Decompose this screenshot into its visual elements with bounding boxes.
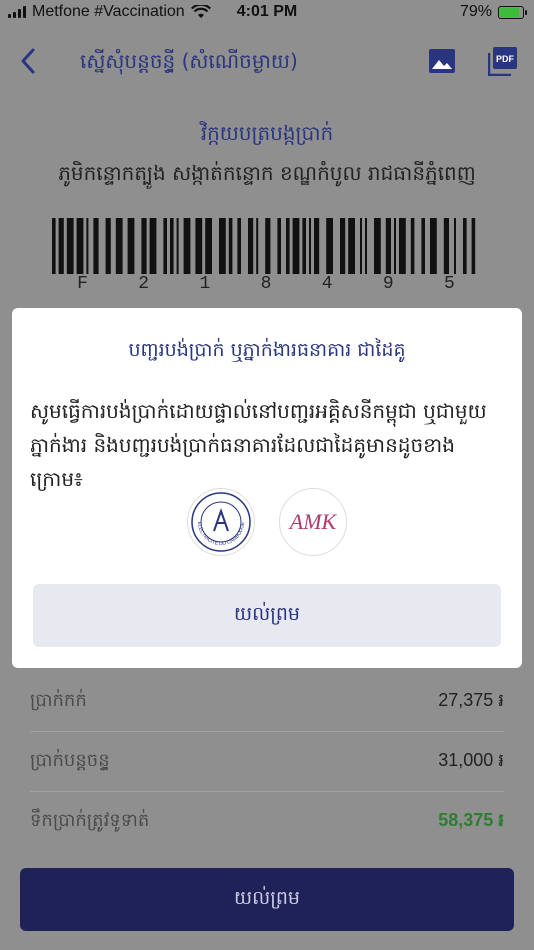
summary-label: ប្រាក់បន្តចន្ទ្ធ — [30, 750, 110, 771]
barcode-bar — [163, 218, 167, 274]
barcode-bar — [93, 218, 99, 274]
battery-icon — [498, 5, 527, 19]
barcode-bar — [394, 218, 396, 274]
svg-text:PDF: PDF — [496, 54, 515, 64]
barcode-bar — [237, 218, 241, 274]
chevron-left-icon[interactable] — [14, 44, 44, 78]
battery-percent: 79% — [459, 3, 492, 20]
bottom-confirm-button[interactable]: យល់ព្រម — [20, 868, 514, 931]
barcode-bar — [52, 218, 56, 274]
barcode-bar — [265, 218, 271, 274]
barcode-bar — [228, 218, 233, 274]
barcode-bar — [205, 218, 212, 274]
barcode-bar — [454, 218, 456, 274]
barcode-bar — [195, 218, 203, 274]
modal-message: សូមធ្វើការបង់ប្រាក់ដោយផ្ទាល់នៅបញ្ជរអគ្គិ… — [30, 399, 487, 491]
barcode-bar — [430, 218, 437, 274]
carrier-name: Metfone #Vaccination — [32, 3, 185, 20]
barcode-digit: 1 — [199, 274, 211, 294]
barcode-bar — [292, 218, 300, 274]
barcode-bar — [277, 218, 281, 274]
barcode-bar — [115, 218, 123, 274]
barcode-digit: 4 — [321, 274, 333, 294]
barcode-bar — [149, 218, 157, 274]
amk-logo-text: AMK — [289, 509, 337, 534]
barcode-bar — [463, 218, 467, 274]
barcode — [52, 218, 476, 274]
barcode-bar — [183, 218, 191, 274]
barcode-bar — [176, 218, 179, 274]
modal-confirm-button[interactable]: យល់ព្រម — [33, 584, 501, 647]
summary-label: ប្រាក់កក់ — [30, 690, 87, 711]
barcode-bar — [256, 218, 259, 274]
barcode-bar — [326, 218, 333, 274]
barcode-bar — [76, 218, 84, 274]
barcode-bar — [86, 218, 89, 274]
svg-text:ELECTRICITE DU CAMBODGE: ELECTRICITE DU CAMBODGE — [196, 521, 246, 547]
barcode-bar — [421, 218, 425, 274]
barcode-bar — [314, 218, 320, 274]
barcode-bar — [170, 218, 174, 274]
pdf-icon[interactable]: PDF — [488, 46, 518, 76]
barcode-bar — [302, 218, 306, 274]
image-icon[interactable] — [428, 48, 456, 74]
barcode-digit: 5 — [444, 274, 455, 294]
barcode-bar — [410, 218, 415, 274]
barcode-bar — [471, 218, 476, 274]
summary-row-fee: ប្រាក់បន្តចន្ទ្ធ 31,000 ៛ — [30, 732, 504, 792]
barcode-digit: F — [77, 274, 88, 294]
barcode-bar — [127, 218, 135, 274]
partner-payment-modal: បញ្ជរបង់ប្រាក់ ឬភ្នាក់ងារធនាគារ ជាដៃគូ ស… — [12, 308, 522, 668]
barcode-bar — [360, 218, 362, 274]
receipt-address: ភូមិកន្ទោកត្បូង សង្កាត់កន្ទោក ខណ្ឌកំបូល … — [58, 161, 476, 185]
barcode-bar — [66, 218, 74, 274]
barcode-digit: 8 — [260, 274, 272, 294]
barcode-bar — [348, 218, 355, 274]
receipt-title: វិក្កយបត្របង្កប្រាក់ — [200, 121, 334, 145]
nav-bar: ស្នើសុំបន្តចន្ទ្ធី (សំណើចម្ងាយ) PDF — [0, 30, 534, 92]
barcode-bar — [443, 218, 449, 274]
edc-logo-caption: ELECTRICITE DU CAMBODGE — [196, 521, 246, 547]
barcode-bar — [105, 218, 111, 274]
barcode-digit: 9 — [382, 274, 394, 294]
barcode-bar — [58, 218, 64, 274]
barcode-bar — [385, 218, 391, 274]
signal-strength-icon — [8, 6, 26, 18]
barcode-bar — [309, 218, 311, 274]
summary-label: ទឹកប្រាក់ត្រូវទូទាត់ — [30, 810, 150, 831]
status-bar: Metfone #Vaccination 4:01 PM 79% — [0, 0, 534, 26]
barcode-digits: F 2 1 8 4 9 5 — [52, 274, 480, 300]
partner-logos: ELECTRICITE DU CAMBODGE AMK — [12, 488, 522, 560]
edc-logo: ELECTRICITE DU CAMBODGE — [187, 488, 255, 556]
barcode-bar — [141, 218, 147, 274]
wifi-icon — [190, 5, 211, 18]
barcode-bar — [286, 218, 290, 274]
modal-title: បញ្ជរបង់ប្រាក់ ឬភ្នាក់ងារធនាគារ ជាដៃគូ — [128, 339, 406, 361]
barcode-digit: 2 — [138, 274, 150, 294]
payment-summary: ប្រាក់កក់ 27,375 ៛ ប្រាក់បន្តចន្ទ្ធ 31,0… — [30, 672, 504, 851]
amk-logo: AMK — [279, 488, 347, 556]
barcode-bar — [374, 218, 381, 274]
barcode-bar — [365, 218, 367, 274]
battery-status: 79% — [459, 3, 527, 21]
barcode-bar — [399, 218, 406, 274]
summary-value: 27,375 ៛ — [438, 690, 504, 710]
summary-total-value: 58,375 ៛ — [438, 810, 504, 830]
barcode-bar — [340, 218, 346, 274]
summary-row-deposit: ប្រាក់កក់ 27,375 ៛ — [30, 672, 504, 732]
summary-value: 31,000 ៛ — [438, 750, 504, 770]
barcode-bar — [248, 218, 254, 274]
barcode-bar — [219, 218, 226, 274]
carrier-info: Metfone #Vaccination — [8, 3, 211, 21]
summary-row-total: ទឹកប្រាក់ត្រូវទូទាត់ 58,375 ៛ — [30, 792, 504, 851]
page-title: ស្នើសុំបន្តចន្ទ្ធី (សំណើចម្ងាយ) — [80, 49, 298, 73]
